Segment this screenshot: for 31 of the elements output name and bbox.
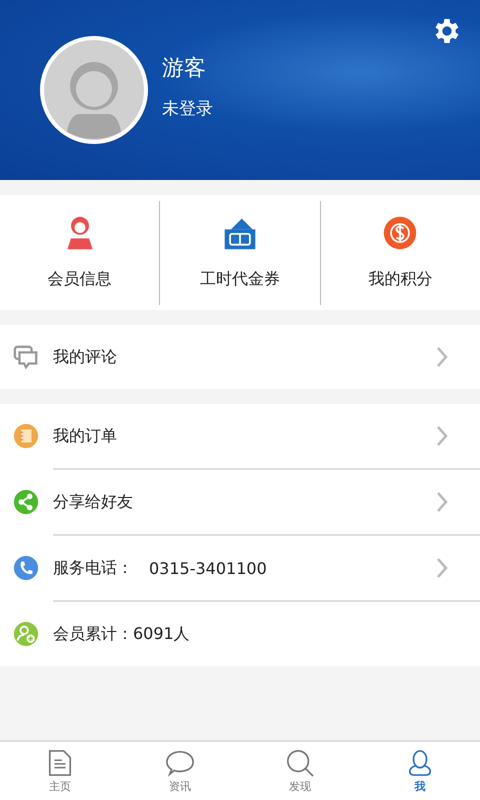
search-icon (285, 748, 315, 776)
tab[interactable]: 主页 (0, 742, 120, 800)
notebook-icon (13, 423, 39, 449)
share-icon (13, 489, 39, 515)
menu-label: 会员累计：6091人 (53, 624, 190, 644)
user-icon (407, 748, 433, 776)
document-icon (47, 748, 73, 776)
quick-action[interactable]: 工时代金券 (160, 215, 320, 290)
menu-label: 服务电话： (53, 558, 133, 578)
menu-item[interactable]: 我的评论 (0, 325, 480, 389)
phone-number: 0315-3401100 (149, 558, 267, 578)
tab[interactable]: 资讯 (120, 742, 240, 800)
user-name: 游客 (162, 54, 207, 82)
menu-item[interactable]: 分享给好友 (0, 470, 480, 534)
login-status[interactable]: 未登录 (162, 96, 213, 120)
avatar[interactable] (40, 36, 148, 144)
menu-item[interactable]: 服务电话： 0315-3401100 (0, 536, 480, 600)
quick-action[interactable]: 我的积分 (320, 215, 480, 290)
menu-label: 分享给好友 (53, 492, 133, 512)
add-user-icon (13, 621, 39, 647)
tab[interactable]: 我 (360, 742, 480, 800)
menu-item[interactable]: 会员累计：6091人 (0, 602, 480, 666)
comment-icon (13, 344, 39, 370)
quick-action[interactable]: 会员信息 (0, 215, 160, 290)
menu-label: 我的订单 (53, 426, 117, 446)
menu-item[interactable]: 我的订单 (0, 404, 480, 468)
menu-label: 我的评论 (53, 346, 117, 368)
chat-icon (165, 748, 195, 776)
tab[interactable]: 发现 (240, 742, 360, 800)
phone-icon (13, 555, 39, 581)
coin-icon (382, 215, 418, 251)
